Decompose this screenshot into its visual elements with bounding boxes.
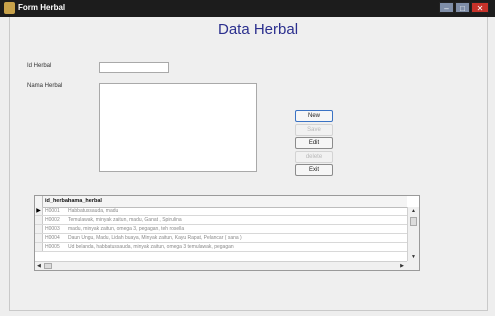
id-herbal-input[interactable] bbox=[99, 62, 169, 73]
horizontal-scrollbar[interactable]: ◀ ▶ bbox=[35, 261, 407, 270]
maximize-button[interactable]: □ bbox=[455, 2, 470, 13]
row-selector[interactable] bbox=[35, 234, 43, 242]
save-button[interactable]: Save bbox=[295, 124, 333, 136]
cell-nama[interactable]: madu, minyak zaitun, omega 3, pegagan, t… bbox=[68, 225, 398, 233]
exit-button[interactable]: Exit bbox=[295, 164, 333, 176]
nama-herbal-textarea[interactable] bbox=[99, 83, 257, 172]
cell-nama[interactable]: Daun Ungu, Madu, Lidah buaya, Minyak zai… bbox=[68, 234, 398, 242]
table-row[interactable]: H0003 madu, minyak zaitun, omega 3, pega… bbox=[35, 225, 407, 234]
cell-nama[interactable]: Temulawak, minyak zaitun, madu, Ganat , … bbox=[68, 216, 398, 224]
scroll-left-icon[interactable]: ◀ bbox=[37, 263, 41, 269]
scroll-down-icon[interactable]: ▼ bbox=[411, 254, 416, 260]
cell-id[interactable]: H0004 bbox=[45, 234, 65, 242]
delete-button[interactable]: delete bbox=[295, 151, 333, 163]
nama-herbal-label: Nama Herbal bbox=[27, 83, 63, 89]
column-header-id[interactable]: id_herbal bbox=[45, 196, 69, 207]
scroll-up-icon[interactable]: ▲ bbox=[411, 208, 416, 214]
scrollbar-corner bbox=[407, 261, 419, 270]
horizontal-scroll-thumb[interactable] bbox=[44, 263, 52, 269]
new-button[interactable]: New bbox=[295, 110, 333, 122]
cell-id[interactable]: H0003 bbox=[45, 225, 65, 233]
scroll-right-icon[interactable]: ▶ bbox=[400, 263, 404, 269]
minimize-button[interactable]: – bbox=[439, 2, 454, 13]
close-button[interactable]: ✕ bbox=[471, 2, 489, 13]
cell-nama[interactable]: Ud belanda, habbatussauda, minyak zaitun… bbox=[68, 243, 398, 251]
title-bar[interactable]: Form Herbal – □ ✕ bbox=[0, 0, 495, 17]
table-row[interactable]: H0002 Temulawak, minyak zaitun, madu, Ga… bbox=[35, 216, 407, 225]
id-herbal-label: Id Herbal bbox=[27, 63, 52, 69]
app-window: Form Herbal – □ ✕ Data Herbal Id Herbal … bbox=[0, 0, 495, 316]
herbal-data-grid[interactable]: id_herbal nama_herbal ▶ H0001 Habbatussa… bbox=[34, 195, 420, 271]
table-row[interactable]: H0005 Ud belanda, habbatussauda, minyak … bbox=[35, 243, 407, 252]
window-controls: – □ ✕ bbox=[438, 2, 489, 13]
vertical-scroll-thumb[interactable] bbox=[410, 217, 417, 226]
table-row[interactable]: H0004 Daun Ungu, Madu, Lidah buaya, Miny… bbox=[35, 234, 407, 243]
form-body: Data Herbal Id Herbal Nama Herbal New Sa… bbox=[9, 17, 488, 311]
window-title: Form Herbal bbox=[18, 3, 66, 12]
current-row-indicator[interactable]: ▶ bbox=[35, 207, 43, 215]
row-selector[interactable] bbox=[35, 216, 43, 224]
edit-button[interactable]: Edit bbox=[295, 137, 333, 149]
cell-id[interactable]: H0001 bbox=[45, 207, 65, 215]
row-selector[interactable] bbox=[35, 243, 43, 251]
column-header-nama[interactable]: nama_herbal bbox=[68, 196, 398, 207]
row-selector[interactable] bbox=[35, 225, 43, 233]
table-row[interactable]: ▶ H0001 Habbatussauda, madu bbox=[35, 207, 407, 216]
cell-nama[interactable]: Habbatussauda, madu bbox=[68, 207, 398, 215]
page-title: Data Herbal bbox=[218, 21, 299, 38]
cell-id[interactable]: H0002 bbox=[45, 216, 65, 224]
cell-id[interactable]: H0005 bbox=[45, 243, 65, 251]
vertical-scrollbar[interactable]: ▲ ▼ bbox=[407, 207, 419, 261]
row-selector-header bbox=[35, 196, 43, 207]
app-icon bbox=[4, 2, 15, 14]
